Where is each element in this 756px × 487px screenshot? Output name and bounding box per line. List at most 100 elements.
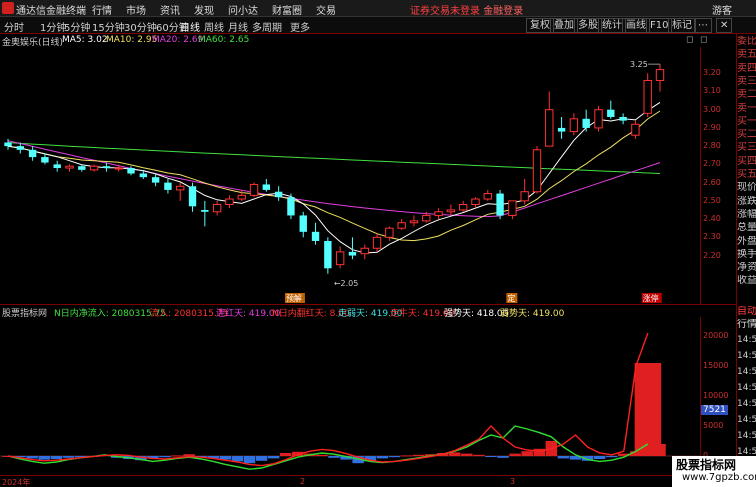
tick-time: 14:50 [737, 383, 756, 393]
flow-bar [316, 454, 328, 456]
tick-header[interactable]: 自动 [737, 306, 756, 318]
tick-header[interactable]: 行情 [737, 319, 756, 331]
candle-body [28, 149, 37, 158]
flow-bar [62, 456, 75, 458]
tab-daily[interactable]: 日线 [180, 19, 200, 34]
quote-label: 买二 [737, 129, 756, 141]
candle-body [262, 184, 271, 190]
candle-body [65, 165, 74, 169]
flow-bar [412, 454, 425, 456]
quote-label: 买三 [737, 142, 756, 154]
tab-monthly[interactable]: 月线 [228, 19, 248, 34]
site-watermark: 股票指标网 www.7gpzb.com [672, 456, 756, 487]
candle-body [164, 182, 172, 190]
menu-jiaoyi[interactable]: 交易 [316, 2, 336, 17]
candle-body [114, 167, 123, 170]
menu-shichang[interactable]: 市场 [126, 2, 146, 17]
flow-bar [255, 456, 268, 461]
price-tick: 2.60 [703, 177, 721, 187]
watermark-title: 股票指标网 [676, 458, 737, 472]
more-icon[interactable]: ⋯ [694, 18, 712, 33]
candle-body [324, 240, 332, 269]
tab-15min[interactable]: 15分钟 [92, 19, 125, 34]
candle-body [89, 165, 99, 171]
close-panel-icon[interactable]: ✕ [716, 18, 733, 33]
biaoji-button[interactable]: 标记 [668, 18, 696, 33]
quote-label: 总量 [737, 222, 756, 234]
quote-label: 净资 [737, 262, 756, 274]
indicator-chart[interactable] [0, 317, 700, 475]
menu-faxian[interactable]: 发现 [194, 2, 214, 17]
tab-weekly[interactable]: 周线 [204, 19, 224, 34]
candle-body [483, 193, 492, 200]
menu-wenxiaoda[interactable]: 问小达 [228, 2, 258, 17]
candle-body [188, 186, 197, 207]
flow-bar [521, 451, 533, 456]
tab-30min[interactable]: 30分钟 [124, 19, 157, 34]
price-tick: 2.40 [703, 214, 721, 224]
current-value-badge: 7521 [701, 404, 728, 415]
menu-zixun[interactable]: 资讯 [160, 2, 180, 17]
tab-multi-period[interactable]: 多周期 [252, 19, 282, 34]
candle-body [594, 109, 603, 129]
expand-icon[interactable]: ◻ [700, 35, 707, 45]
login-notice[interactable]: 证券交易未登录 金融登录 [410, 2, 523, 17]
flow-bar [461, 453, 473, 456]
quote-label: 现价 [737, 182, 756, 194]
flow-bar [557, 456, 570, 459]
candlestick-chart[interactable]: 3.25 ←2.05 预解 定 涨停 [0, 47, 700, 304]
main-chart-legend: 金奥娱乐(日线) MA5: 3.02 MA10: 2.95 MA20: 2.69… [0, 34, 707, 48]
candle-body [274, 191, 283, 198]
candle-body [78, 166, 86, 170]
candle-body [631, 123, 640, 136]
price-tick: 2.90 [703, 122, 721, 132]
flow-bar [26, 456, 38, 459]
flow-bar [634, 363, 662, 456]
price-tick: 2.30 [703, 232, 721, 242]
price-axis: 3.20 3.10 3.00 2.90 2.80 2.70 2.60 2.50 2.40 2.30… [700, 47, 736, 304]
indicator-tick: 20000 [703, 331, 729, 340]
tick-time: 14:50 [737, 351, 756, 361]
menu-hangqing[interactable]: 行情 [92, 2, 112, 17]
price-tick: 2.50 [703, 195, 721, 205]
flow-bar [171, 455, 183, 457]
tab-fenshi[interactable]: 分时 [4, 19, 24, 34]
guest-label[interactable]: 游客 [712, 2, 732, 17]
candle-body [127, 168, 135, 174]
tab-more[interactable]: 更多 [290, 19, 310, 34]
candle-body [557, 127, 566, 132]
quote-label: 卖一 [737, 102, 756, 114]
flow-bar [485, 456, 497, 457]
flow-bar [388, 456, 401, 458]
tab-5min[interactable]: 5分钟 [64, 19, 90, 34]
date-tick: 3 [510, 477, 516, 486]
candle-body [201, 209, 209, 212]
ma60-label: MA60: 2.65 [198, 35, 250, 45]
candle-body [619, 116, 627, 121]
candle-body [397, 222, 406, 229]
date-axis: 2024年 2 3 [0, 475, 700, 487]
candle-body [446, 209, 456, 213]
candle-body [139, 173, 148, 178]
ma5-line [7, 101, 661, 254]
candle-body [372, 236, 382, 249]
quote-panel: 委比 卖五 卖四 卖三 卖二 卖一 买一 买二 买三 买四 买五 现价 涨跌 涨幅 总量 外盘 换手 净资 收益 自动… [736, 34, 756, 487]
flow-bar [376, 456, 389, 459]
candle-body [225, 198, 234, 205]
menu-caifuquan[interactable]: 财富圈 [272, 2, 302, 17]
candle-body [434, 211, 443, 216]
candle-body [348, 251, 357, 256]
flow-bar [328, 456, 340, 458]
candle-body [53, 164, 61, 169]
candle-body [311, 231, 320, 241]
ma5-label: MA5: 3.02 [62, 35, 108, 45]
indicator-tick: 15000 [703, 361, 729, 370]
candle-body [102, 166, 111, 169]
flow-bar [400, 455, 413, 457]
candle-body [458, 203, 468, 211]
flow-bar [593, 456, 606, 459]
tab-1min[interactable]: 1分钟 [40, 19, 66, 34]
flow-bar [497, 456, 509, 458]
quote-label: 卖二 [737, 89, 756, 101]
minimize-icon[interactable]: ◻ [686, 35, 693, 45]
